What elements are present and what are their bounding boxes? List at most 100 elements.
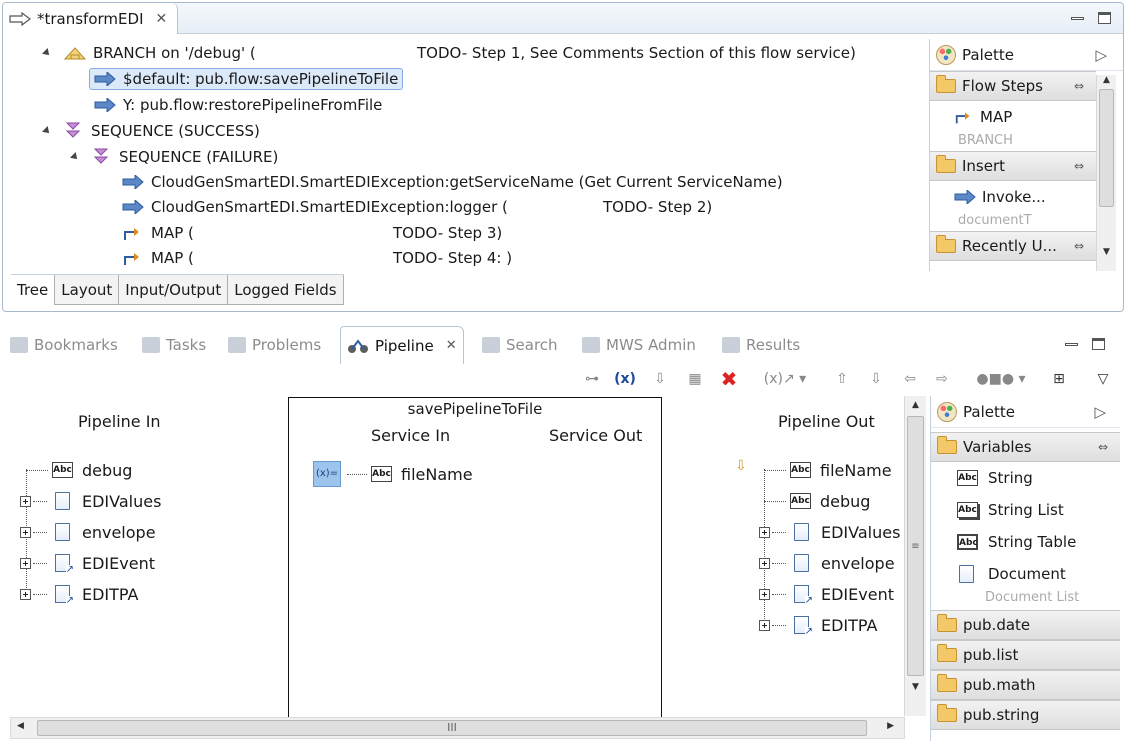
- collapse-twisty-icon[interactable]: [42, 126, 52, 136]
- palette-item-document[interactable]: Document: [931, 558, 1120, 590]
- scroll-left-icon[interactable]: ◀: [17, 721, 24, 731]
- editor-tab[interactable]: *transformEDI ✕: [3, 3, 179, 34]
- scroll-down-icon[interactable]: ▼: [1097, 247, 1116, 257]
- drawer-pub-list[interactable]: pub.list: [931, 640, 1120, 670]
- maximize-icon[interactable]: [1098, 12, 1111, 24]
- drawer-variables[interactable]: Variables ⇔: [931, 432, 1120, 462]
- tree-row-sequence-success[interactable]: SEQUENCE (SUCCESS): [42, 120, 260, 142]
- collapse-twisty-icon[interactable]: [70, 152, 80, 162]
- expand-icon[interactable]: [20, 588, 31, 600]
- tab-layout[interactable]: Layout: [55, 275, 120, 305]
- pipeline-in-field-debug[interactable]: Abc debug: [26, 458, 132, 482]
- expand-icon[interactable]: [759, 619, 770, 631]
- collapse-twisty-icon[interactable]: [42, 48, 52, 58]
- tab-problems[interactable]: Problems: [228, 326, 321, 364]
- palette-item-string-table[interactable]: Abc String Table: [931, 526, 1120, 558]
- shift-down-icon[interactable]: ⇩: [864, 364, 888, 394]
- maximize-icon[interactable]: [1092, 338, 1105, 350]
- document-icon: [959, 565, 974, 583]
- expand-icon[interactable]: [759, 557, 770, 569]
- palette-item-map[interactable]: MAP: [930, 101, 1096, 133]
- tab-logged-fields[interactable]: Logged Fields: [228, 275, 344, 305]
- scroll-right-icon[interactable]: ▶: [887, 721, 894, 731]
- pipeline-in-field-edivalues[interactable]: EDIValues: [20, 489, 161, 513]
- pin-icon[interactable]: ⇔: [1074, 159, 1084, 173]
- tree-row-restore-invoke[interactable]: Y: pub.flow:restorePipelineFromFile: [94, 94, 382, 116]
- tree-row-default-invoke[interactable]: $default: pub.flow:savePipelineToFile: [89, 68, 404, 90]
- pipeline-out-field-editpa[interactable]: EDITPA: [759, 613, 878, 637]
- scroll-up-icon[interactable]: ▲: [1097, 75, 1116, 85]
- tree-row-map-step3[interactable]: MAP ( TODO- Step 3): [122, 222, 502, 244]
- pipeline-out-field-filename[interactable]: Abc fileName: [764, 458, 892, 482]
- tree-row-map-step4[interactable]: MAP ( TODO- Step 4: ): [122, 247, 512, 269]
- pin-icon[interactable]: ⇔: [1074, 79, 1084, 93]
- close-icon[interactable]: ✕: [156, 11, 168, 27]
- tab-mws-admin[interactable]: MWS Admin: [582, 326, 696, 364]
- pipeline-out-field-edivalues[interactable]: EDIValues: [759, 520, 900, 544]
- pipeline-out-field-edievent[interactable]: EDIEvent: [759, 582, 894, 606]
- palette-item-invoke[interactable]: Invoke...: [930, 181, 1096, 213]
- pipeline-vertical-scrollbar[interactable]: ▲ ≡ ▼: [904, 396, 926, 716]
- palette-scrollbar[interactable]: ▲ ▼: [1096, 75, 1116, 271]
- pin-icon[interactable]: ⇔: [1098, 440, 1108, 454]
- expand-icon[interactable]: [20, 526, 31, 538]
- pipeline-in-field-envelope[interactable]: envelope: [20, 520, 156, 544]
- palette-header[interactable]: Palette ▷: [931, 396, 1120, 428]
- service-in-field-filename[interactable]: (x)= Abc fileName: [313, 461, 473, 487]
- expand-icon[interactable]: [20, 495, 31, 507]
- drop-icon[interactable]: ⇩: [648, 364, 672, 394]
- tab-tasks[interactable]: Tasks: [142, 326, 206, 364]
- pipeline-in-field-edievent[interactable]: EDIEvent: [20, 551, 155, 575]
- pin-icon[interactable]: ⇔: [1074, 239, 1084, 253]
- set-value-icon[interactable]: (x): [612, 364, 638, 394]
- tree-row-logger[interactable]: CloudGenSmartEDI.SmartEDIException:logge…: [122, 196, 712, 218]
- variable-dropdown-icon[interactable]: (x)↗ ▾: [760, 364, 810, 394]
- search-icon: [482, 337, 500, 353]
- drawer-flow-steps[interactable]: Flow Steps ⇔: [930, 71, 1096, 101]
- layout-dropdown-icon[interactable]: ●■● ▾: [976, 364, 1026, 394]
- pipeline-out-field-envelope[interactable]: envelope: [759, 551, 895, 575]
- palette-menu-arrow-icon[interactable]: ▷: [1094, 403, 1106, 421]
- scroll-thumb[interactable]: ≡: [907, 416, 924, 676]
- tab-tree[interactable]: Tree: [11, 275, 56, 305]
- expand-icon[interactable]: [20, 557, 31, 569]
- tab-search[interactable]: Search: [482, 326, 558, 364]
- palette-item-string[interactable]: Abc String: [931, 462, 1120, 494]
- shift-right-icon[interactable]: ⇨: [930, 364, 954, 394]
- scroll-thumb[interactable]: [1099, 89, 1114, 207]
- scroll-thumb[interactable]: III: [37, 720, 867, 736]
- minimize-icon[interactable]: [1071, 16, 1084, 20]
- tab-input-output[interactable]: Input/Output: [119, 275, 229, 305]
- tree-row-branch[interactable]: BRANCH on '/debug' ( TODO- Step 1, See C…: [42, 42, 856, 64]
- drawer-recently-used[interactable]: Recently U... ⇔: [930, 231, 1096, 261]
- expand-all-icon[interactable]: ⊞: [1046, 364, 1072, 394]
- delete-icon[interactable]: ✖: [716, 364, 742, 394]
- scroll-up-icon[interactable]: ▲: [905, 396, 926, 410]
- palette-menu-arrow-icon[interactable]: ▷: [1095, 46, 1107, 64]
- close-icon[interactable]: ✕: [446, 338, 457, 353]
- tab-pipeline[interactable]: Pipeline ✕: [340, 326, 464, 364]
- set-value-icon[interactable]: (x)=: [313, 461, 341, 487]
- palette-item-string-list[interactable]: Abc String List: [931, 494, 1120, 526]
- tab-bookmarks[interactable]: Bookmarks: [10, 326, 118, 364]
- tree-row-getservicename[interactable]: CloudGenSmartEDI.SmartEDIException:getSe…: [122, 171, 783, 193]
- shift-up-icon[interactable]: ⇧: [830, 364, 854, 394]
- minimize-icon[interactable]: [1065, 342, 1078, 346]
- tree-row-sequence-failure[interactable]: SEQUENCE (FAILURE): [70, 146, 278, 168]
- expand-icon[interactable]: [759, 588, 770, 600]
- tab-results[interactable]: Results: [722, 326, 800, 364]
- drawer-pub-date[interactable]: pub.date: [931, 610, 1120, 640]
- drawer-pub-string[interactable]: pub.string: [931, 700, 1120, 730]
- shift-left-icon[interactable]: ⇦: [898, 364, 922, 394]
- drawer-insert[interactable]: Insert ⇔: [930, 151, 1096, 181]
- pipeline-horizontal-scrollbar[interactable]: ◀ III ▶: [10, 717, 905, 739]
- map-grid-icon[interactable]: ▦: [682, 364, 708, 394]
- palette-header[interactable]: Palette ▷: [930, 39, 1123, 71]
- pipeline-out-field-debug[interactable]: Abc debug: [764, 489, 870, 513]
- scroll-down-icon[interactable]: ▼: [905, 682, 926, 692]
- link-icon[interactable]: ⊶: [580, 364, 604, 394]
- pipeline-in-field-editpa[interactable]: EDITPA: [20, 582, 139, 606]
- view-menu-icon[interactable]: ▽: [1092, 364, 1114, 394]
- drawer-pub-math[interactable]: pub.math: [931, 670, 1120, 700]
- expand-icon[interactable]: [759, 526, 770, 538]
